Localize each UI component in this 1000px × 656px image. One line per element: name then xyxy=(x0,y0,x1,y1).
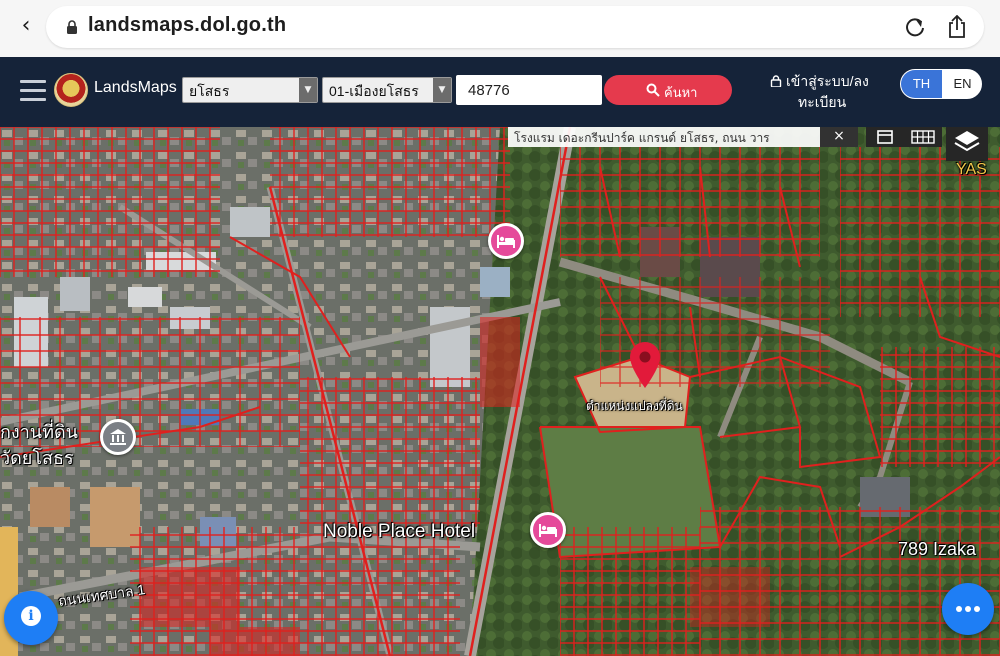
satellite-map xyxy=(0,127,1000,656)
bookmark-icon[interactable] xyxy=(866,127,904,147)
app-header: LandsMaps ยโสธร ▼ 01-เมืองยโสธร ▼ ค้นหา … xyxy=(0,57,1000,127)
language-toggle[interactable]: TH EN xyxy=(900,69,982,99)
hamburger-menu-icon[interactable] xyxy=(20,80,46,102)
district-select[interactable]: 01-เมืองยโสธร ▼ xyxy=(322,77,452,103)
url-text: landsmaps.dol.go.th xyxy=(88,14,287,36)
land-office-label: กงานที่ดิน xyxy=(0,422,78,442)
map-view[interactable]: โรงแรม เดอะกรีนปาร์ค แกรนด์ ยโสธร, ถนน ว… xyxy=(0,127,1000,656)
parcel-number-input[interactable] xyxy=(456,75,602,105)
land-office-poi-marker[interactable] xyxy=(100,419,136,455)
hotel-label: Noble Place Hotel xyxy=(323,521,476,542)
department-logo xyxy=(54,73,88,107)
restaurant-label: 789 Izaka xyxy=(898,539,977,559)
province-select[interactable]: ยโสธร ▼ xyxy=(182,77,318,103)
address-bar[interactable]: landsmaps.dol.go.th xyxy=(46,6,984,48)
lock-icon xyxy=(770,75,782,87)
layers-icon[interactable] xyxy=(946,127,988,161)
search-icon xyxy=(646,83,660,97)
lang-th-option[interactable]: TH xyxy=(901,70,942,98)
info-button[interactable]: i xyxy=(4,591,58,645)
login-register-link[interactable]: เข้าสู่ระบบ/ลง ทะเบียน xyxy=(770,71,888,113)
location-pin-icon[interactable] xyxy=(628,341,662,389)
more-icon xyxy=(956,606,962,612)
info-banner: โรงแรม เดอะกรีนปาร์ค แกรนด์ ยโสธร, ถนน ว… xyxy=(508,127,820,147)
more-options-button[interactable] xyxy=(942,583,994,635)
browser-toolbar: ‹ landsmaps.dol.go.th xyxy=(0,0,1000,57)
share-icon[interactable] xyxy=(946,15,968,39)
land-office-label-line2: วัดยโสธร xyxy=(0,448,74,468)
map-edge-label: YAS xyxy=(956,161,987,178)
brand-name: LandsMaps xyxy=(94,79,177,96)
hotel-icon xyxy=(539,524,557,537)
hotel-icon xyxy=(497,235,515,248)
hotel-poi-marker[interactable] xyxy=(488,223,524,259)
reload-icon[interactable] xyxy=(904,16,926,38)
hotel-poi-marker[interactable] xyxy=(530,512,566,548)
land-office-icon xyxy=(110,429,126,445)
chevron-down-icon: ▼ xyxy=(433,78,451,102)
close-icon[interactable]: × xyxy=(820,127,858,147)
search-button[interactable]: ค้นหา xyxy=(604,75,732,105)
grid-icon[interactable] xyxy=(904,127,942,147)
chevron-down-icon: ▼ xyxy=(299,78,317,102)
back-arrow-icon[interactable]: ‹ xyxy=(14,12,38,40)
parcel-marker-label: ตำแหน่งแปลงที่ดิน xyxy=(586,399,683,413)
lock-icon xyxy=(67,20,77,34)
lang-en-option[interactable]: EN xyxy=(942,70,981,98)
info-icon: i xyxy=(21,606,41,626)
